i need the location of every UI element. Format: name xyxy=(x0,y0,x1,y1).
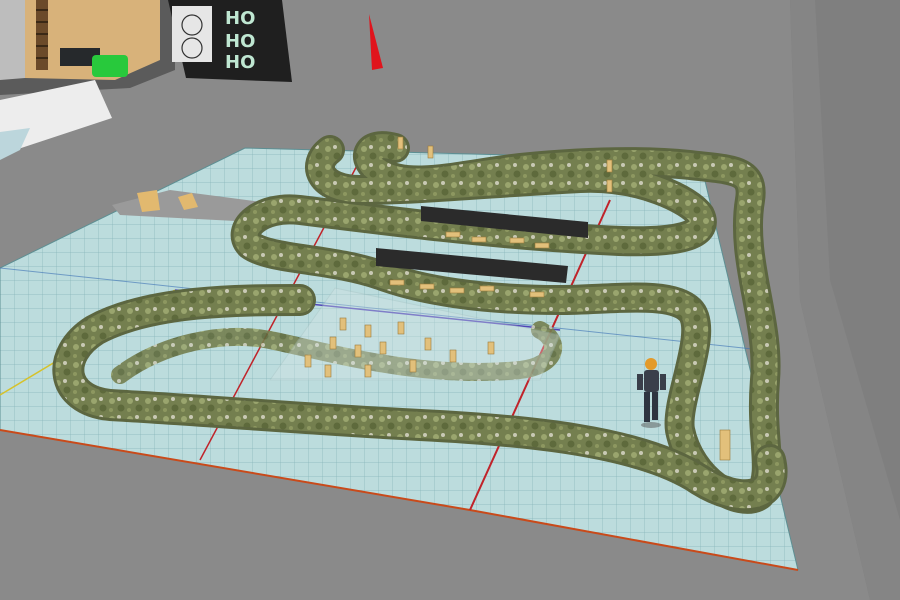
pylon-flat[interactable] xyxy=(529,291,545,298)
pylon-flat[interactable] xyxy=(419,283,435,290)
green-object[interactable] xyxy=(92,55,128,77)
pylon[interactable] xyxy=(304,354,312,368)
pylon-flat[interactable] xyxy=(534,242,550,249)
avatar-leg-left xyxy=(644,392,650,422)
3d-viewport[interactable]: HO HO HO xyxy=(0,0,900,600)
pylon[interactable] xyxy=(427,145,434,159)
pylon[interactable] xyxy=(324,364,332,378)
pylon[interactable] xyxy=(329,336,337,350)
pylon[interactable] xyxy=(487,341,495,355)
pylon-large[interactable] xyxy=(719,429,731,461)
pylon[interactable] xyxy=(606,179,613,193)
pylon[interactable] xyxy=(397,321,405,335)
pylon[interactable] xyxy=(339,317,347,331)
pylon[interactable] xyxy=(354,344,362,358)
pylon[interactable] xyxy=(606,159,613,173)
pylon[interactable] xyxy=(364,364,372,378)
pylon-flat[interactable] xyxy=(471,236,487,243)
pylon-flat[interactable] xyxy=(479,285,495,292)
poster-board[interactable]: HO HO HO xyxy=(168,0,292,82)
pylon[interactable] xyxy=(379,341,387,355)
poster-letters-2: HO xyxy=(225,31,255,52)
avatar-hat xyxy=(645,358,657,370)
pylon[interactable] xyxy=(409,359,417,373)
pylon-flat[interactable] xyxy=(449,287,465,294)
pylon-flat[interactable] xyxy=(509,237,525,244)
poster-letters-3: HO xyxy=(225,52,255,73)
pylon-flat[interactable] xyxy=(389,279,405,286)
pylon[interactable] xyxy=(364,324,372,338)
pylon[interactable] xyxy=(449,349,457,363)
poster-panel-left xyxy=(172,6,212,62)
pylon[interactable] xyxy=(424,337,432,351)
avatar-leg-right xyxy=(652,392,658,420)
poster-letters-1: HO xyxy=(225,8,255,29)
pylon[interactable] xyxy=(397,136,404,150)
pylon-flat[interactable] xyxy=(445,231,461,238)
scene-canvas[interactable]: HO HO HO xyxy=(0,0,900,600)
avatar-torso xyxy=(644,370,659,392)
